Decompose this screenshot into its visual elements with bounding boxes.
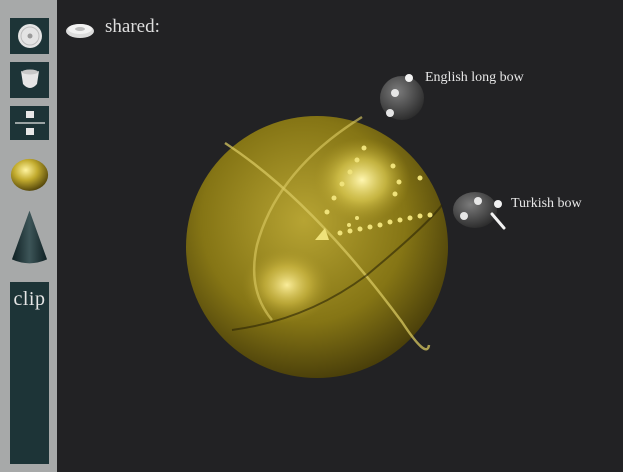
point xyxy=(407,215,413,221)
cone-icon xyxy=(11,210,48,264)
point xyxy=(361,145,367,151)
sphere-icon xyxy=(10,158,49,191)
cup-tool-button[interactable] xyxy=(10,62,49,98)
sphere[interactable] xyxy=(186,116,448,378)
point xyxy=(397,217,403,223)
cone-tool-button[interactable] xyxy=(10,206,49,268)
sphere-highlight-upper xyxy=(314,138,410,222)
clip-label: clip xyxy=(13,288,46,310)
point xyxy=(392,191,398,197)
sphere-tool-button[interactable] xyxy=(10,150,49,198)
point xyxy=(387,219,393,225)
left-toolbar: clip xyxy=(0,0,57,472)
english-long-bow-marker[interactable] xyxy=(380,74,424,120)
app-window: clip shared: English long bow Turkish bo… xyxy=(0,0,623,472)
point xyxy=(339,181,345,187)
point xyxy=(377,222,383,228)
clip-tool-button[interactable]: clip xyxy=(10,282,49,464)
point xyxy=(354,157,360,163)
point xyxy=(367,224,373,230)
points-tool-button[interactable] xyxy=(10,106,49,140)
cup-icon xyxy=(20,69,39,88)
point xyxy=(357,226,363,232)
annotation-english-long-bow: English long bow xyxy=(425,70,524,85)
point xyxy=(347,169,353,175)
point xyxy=(390,163,396,169)
point xyxy=(324,209,330,215)
point xyxy=(427,212,433,218)
viewport-3d[interactable] xyxy=(57,0,623,472)
point xyxy=(396,179,402,185)
points-icon xyxy=(14,111,45,135)
point xyxy=(417,213,423,219)
disc-tool-button[interactable] xyxy=(10,18,49,54)
point xyxy=(337,230,343,236)
disc-icon xyxy=(17,24,42,48)
turkish-bow-marker[interactable] xyxy=(453,192,506,230)
point xyxy=(331,195,337,201)
point xyxy=(417,175,423,181)
point xyxy=(347,223,351,227)
point xyxy=(355,216,359,220)
annotation-turkish-bow: Turkish bow xyxy=(511,196,582,211)
point xyxy=(347,228,353,234)
